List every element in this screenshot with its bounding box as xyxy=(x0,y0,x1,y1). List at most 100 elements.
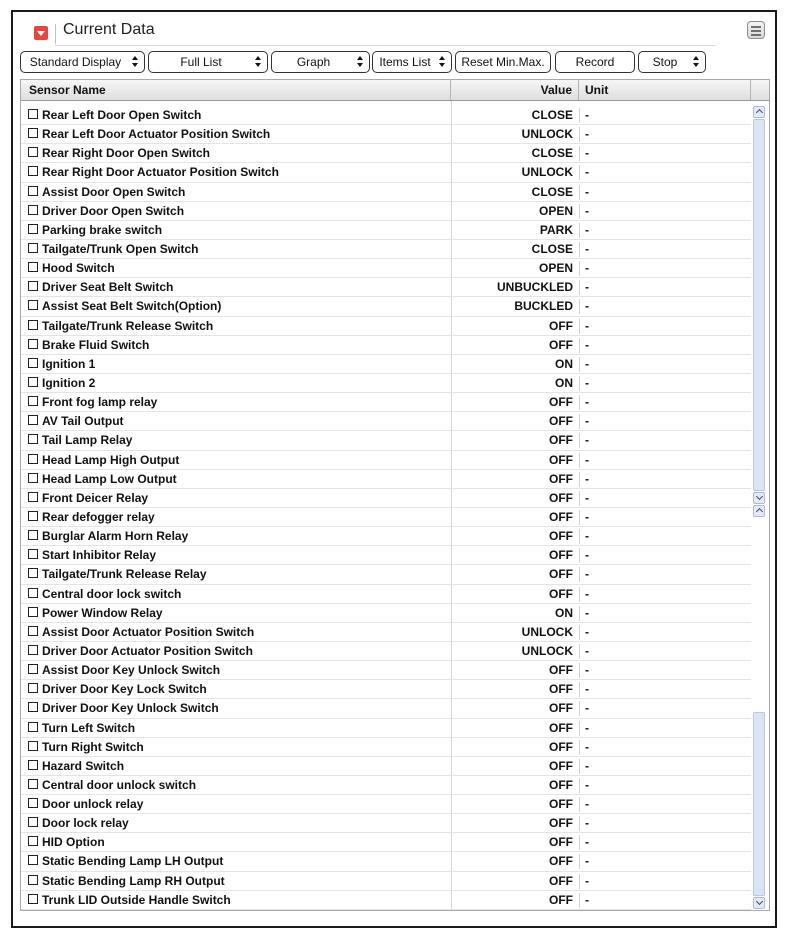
checkbox-icon[interactable] xyxy=(28,415,38,426)
graph-dropdown[interactable]: Graph xyxy=(271,51,370,73)
scroll-down-arrow-icon[interactable] xyxy=(753,897,765,909)
checkbox-icon[interactable] xyxy=(28,453,38,464)
table-row[interactable]: Tailgate/Trunk Open Switch CLOSE - xyxy=(21,240,751,260)
table-row[interactable]: Static Bending Lamp RH Output OFF - xyxy=(21,872,751,891)
table-row[interactable]: Hazard Switch OFF - xyxy=(21,757,751,776)
checkbox-icon[interactable] xyxy=(28,376,38,387)
table-row[interactable]: Rear Right Door Open Switch CLOSE - xyxy=(21,144,751,164)
table-row[interactable]: Brake Fluid Switch OFF - xyxy=(21,336,751,355)
collapse-down-icon[interactable] xyxy=(34,26,48,40)
table-row[interactable]: Static Bending Lamp LH Output OFF - xyxy=(21,852,751,872)
checkbox-icon[interactable] xyxy=(28,798,38,809)
table-row[interactable]: Tailgate/Trunk Release Switch OFF - xyxy=(21,317,751,336)
table-row[interactable]: Assist Door Key Unlock Switch OFF - xyxy=(21,661,751,681)
table-row[interactable]: Door lock relay OFF - xyxy=(21,814,751,834)
checkbox-icon[interactable] xyxy=(28,204,38,215)
checkbox-icon[interactable] xyxy=(28,109,38,119)
checkbox-icon[interactable] xyxy=(28,434,38,445)
scroll-thumb-upper[interactable] xyxy=(753,119,765,491)
checkbox-icon[interactable] xyxy=(28,396,38,407)
scroll-up-arrow-icon[interactable] xyxy=(753,106,765,118)
table-row[interactable]: Front fog lamp relay OFF - xyxy=(21,393,751,413)
table-row[interactable]: Assist Door Open Switch CLOSE - xyxy=(21,183,751,202)
checkbox-icon[interactable] xyxy=(28,721,38,732)
table-row[interactable]: Driver Door Key Lock Switch OFF - xyxy=(21,680,751,700)
column-header-sensor-name[interactable]: Sensor Name xyxy=(21,80,451,100)
table-row[interactable]: Ignition 1 ON - xyxy=(21,355,751,374)
checkbox-icon[interactable] xyxy=(28,664,38,675)
table-row[interactable]: Trunk LID Outside Handle Switch OFF - xyxy=(21,891,751,910)
table-row[interactable]: Turn Left Switch OFF - xyxy=(21,719,751,738)
checkbox-icon[interactable] xyxy=(28,606,38,617)
checkbox-icon[interactable] xyxy=(28,166,38,177)
table-row[interactable]: Head Lamp Low Output OFF - xyxy=(21,470,751,489)
checkbox-icon[interactable] xyxy=(28,702,38,713)
checkbox-icon[interactable] xyxy=(28,491,38,502)
checkbox-icon[interactable] xyxy=(28,625,38,636)
table-row[interactable]: Rear Right Door Actuator Position Switch… xyxy=(21,163,751,183)
table-row[interactable]: Ignition 2 ON - xyxy=(21,374,751,394)
checkbox-icon[interactable] xyxy=(28,817,38,828)
table-row[interactable]: Tail Lamp Relay OFF - xyxy=(21,431,751,451)
table-row[interactable]: Door unlock relay OFF - xyxy=(21,795,751,815)
checkbox-icon[interactable] xyxy=(28,300,38,311)
table-row[interactable]: Start Inhibitor Relay OFF - xyxy=(21,546,751,566)
checkbox-icon[interactable] xyxy=(28,568,38,579)
table-row[interactable]: Central door unlock switch OFF - xyxy=(21,776,751,796)
table-row[interactable]: Rear defogger relay OFF - xyxy=(21,508,751,528)
checkbox-icon[interactable] xyxy=(28,147,38,158)
record-button[interactable]: Record xyxy=(555,51,635,73)
checkbox-icon[interactable] xyxy=(28,836,38,847)
checkbox-icon[interactable] xyxy=(28,510,38,521)
checkbox-icon[interactable] xyxy=(28,530,38,541)
checkbox-icon[interactable] xyxy=(28,893,38,904)
checkbox-icon[interactable] xyxy=(28,262,38,273)
table-row[interactable]: Rear Left Door Open Switch CLOSE - xyxy=(21,106,751,126)
column-header-unit[interactable]: Unit xyxy=(579,80,751,100)
stop-dropdown[interactable]: Stop xyxy=(638,51,706,73)
checkbox-icon[interactable] xyxy=(28,357,38,368)
table-row[interactable]: Central door lock switch OFF - xyxy=(21,585,751,604)
table-row[interactable]: Burglar Alarm Horn Relay OFF - xyxy=(21,527,751,547)
table-row[interactable]: Turn Right Switch OFF - xyxy=(21,738,751,757)
table-row[interactable]: Driver Door Open Switch OPEN - xyxy=(21,202,751,221)
checkbox-icon[interactable] xyxy=(28,185,38,196)
standard-display-dropdown[interactable]: Standard Display xyxy=(20,51,145,73)
table-row[interactable]: Front Deicer Relay OFF - xyxy=(21,489,751,508)
column-header-value[interactable]: Value xyxy=(451,80,579,100)
window-menu-icon[interactable] xyxy=(747,21,765,39)
table-row[interactable]: HID Option OFF - xyxy=(21,833,751,853)
checkbox-icon[interactable] xyxy=(28,587,38,598)
checkbox-icon[interactable] xyxy=(28,778,38,789)
full-list-dropdown[interactable]: Full List xyxy=(148,51,268,73)
table-row[interactable]: Head Lamp High Output OFF - xyxy=(21,451,751,470)
checkbox-icon[interactable] xyxy=(28,319,38,330)
table-row[interactable]: Assist Door Actuator Position Switch UNLO… xyxy=(21,623,751,642)
table-row[interactable]: Driver Door Key Unlock Switch OFF - xyxy=(21,699,751,719)
table-row[interactable]: Driver Seat Belt Switch UNBUCKLED - xyxy=(21,278,751,298)
table-row[interactable]: Rear Left Door Actuator Position Switch U… xyxy=(21,125,751,145)
table-row[interactable]: Hood Switch OPEN - xyxy=(21,259,751,279)
checkbox-icon[interactable] xyxy=(28,281,38,292)
checkbox-icon[interactable] xyxy=(28,338,38,349)
checkbox-icon[interactable] xyxy=(28,759,38,770)
scroll-thumb-lower[interactable] xyxy=(753,712,765,896)
scroll-up-arrow-icon[interactable] xyxy=(753,505,765,517)
scroll-down-arrow-icon[interactable] xyxy=(753,492,765,504)
checkbox-icon[interactable] xyxy=(28,242,38,253)
table-row[interactable]: Driver Door Actuator Position Switch UNLO… xyxy=(21,642,751,662)
table-row[interactable]: Tailgate/Trunk Release Relay OFF - xyxy=(21,565,751,585)
checkbox-icon[interactable] xyxy=(28,855,38,866)
table-row[interactable]: Power Window Relay ON - xyxy=(21,604,751,623)
checkbox-icon[interactable] xyxy=(28,874,38,885)
checkbox-icon[interactable] xyxy=(28,472,38,483)
checkbox-icon[interactable] xyxy=(28,128,38,139)
items-list-dropdown[interactable]: Items List xyxy=(372,51,452,73)
table-row[interactable]: Assist Seat Belt Switch(Option) BUCKLED - xyxy=(21,297,751,317)
vertical-scrollbar[interactable] xyxy=(751,106,767,910)
table-row[interactable]: AV Tail Output OFF - xyxy=(21,412,751,432)
checkbox-icon[interactable] xyxy=(28,549,38,560)
checkbox-icon[interactable] xyxy=(28,740,38,751)
checkbox-icon[interactable] xyxy=(28,223,38,234)
table-row[interactable]: Parking brake switch PARK - xyxy=(21,221,751,240)
